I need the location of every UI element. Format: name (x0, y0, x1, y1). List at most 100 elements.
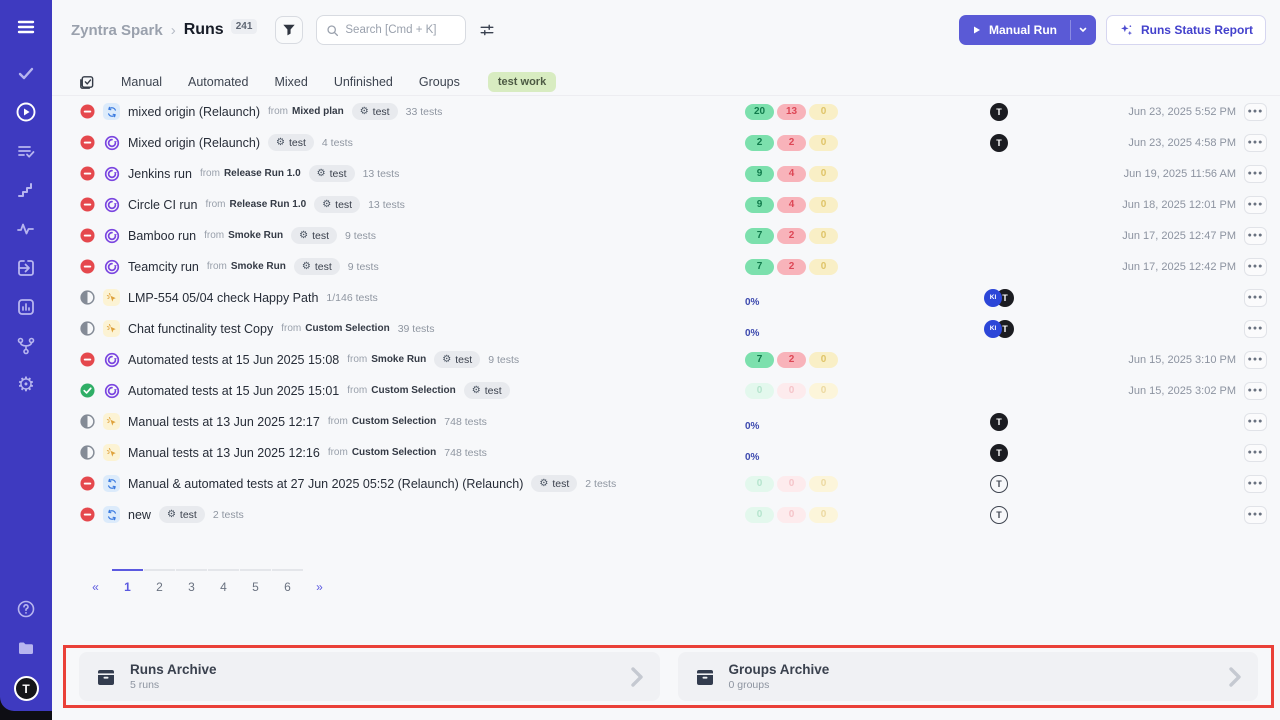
row-menu-button[interactable]: ●●● (1244, 320, 1267, 338)
avatar-ki[interactable]: KI (984, 289, 1002, 307)
analytics-chart-icon[interactable] (15, 296, 37, 318)
search-input[interactable] (345, 24, 456, 36)
milestones-steps-icon[interactable] (15, 179, 37, 201)
menu-icon[interactable] (15, 16, 37, 38)
run-main: LMP-554 05/04 check Happy Path1/146 test… (80, 289, 745, 306)
runs-status-report-button[interactable]: Runs Status Report (1106, 15, 1266, 45)
avatar-t[interactable]: T (990, 475, 1008, 493)
run-title[interactable]: Mixed origin (Relaunch) (128, 136, 260, 150)
runs-archive-card[interactable]: Runs Archive 5 runs (79, 652, 660, 701)
run-title[interactable]: LMP-554 05/04 check Happy Path (128, 291, 318, 305)
row-menu-button[interactable]: ●●● (1244, 134, 1267, 152)
avatar-ki[interactable]: KI (984, 320, 1002, 338)
status-stopped-icon (80, 507, 95, 522)
projects-folder-icon[interactable] (15, 637, 37, 659)
run-title[interactable]: mixed origin (Relaunch) (128, 105, 260, 119)
row-menu-button[interactable]: ●●● (1244, 382, 1267, 400)
settings-gear-icon[interactable]: ⚙ (15, 374, 37, 396)
pagination-page-6[interactable]: 6 (272, 569, 303, 594)
run-title[interactable]: Chat functinality test Copy (128, 322, 273, 336)
tab-mixed[interactable]: Mixed (274, 75, 307, 89)
config-badge[interactable]: ⚙test (268, 134, 314, 151)
pagination-page-2[interactable]: 2 (144, 569, 175, 594)
runs-play-circle-icon[interactable] (15, 101, 37, 123)
avatar-t[interactable]: T (990, 444, 1008, 462)
row-menu-button[interactable]: ●●● (1244, 103, 1267, 121)
run-title[interactable]: Teamcity run (128, 260, 199, 274)
tests-count: 748 tests (444, 416, 487, 428)
from-plan-name: Custom Selection (371, 385, 455, 396)
row-menu-button[interactable]: ●●● (1244, 227, 1267, 245)
config-badge[interactable]: ⚙test (159, 506, 205, 523)
row-menu-button[interactable]: ●●● (1244, 413, 1267, 431)
account-avatar[interactable]: T (14, 676, 39, 701)
pagination-page-5[interactable]: 5 (240, 569, 271, 594)
run-title[interactable]: Circle CI run (128, 198, 197, 212)
pagination-prev[interactable]: « (80, 569, 111, 594)
row-menu-button[interactable]: ●●● (1244, 444, 1267, 462)
tab-automated[interactable]: Automated (188, 75, 248, 89)
runs-count-badge: 241 (231, 19, 258, 34)
config-badge[interactable]: ⚙test (291, 227, 337, 244)
avatar-t[interactable]: T (990, 413, 1008, 431)
run-row: Circle CI runfromRelease Run 1.0⚙test13 … (52, 189, 1280, 220)
config-badge-label: test (315, 261, 332, 273)
config-badge[interactable]: ⚙test (464, 382, 510, 399)
tests-check-icon[interactable] (15, 62, 37, 84)
status-in_progress-icon (80, 321, 95, 336)
row-menu-button[interactable]: ●●● (1244, 258, 1267, 276)
config-badge[interactable]: ⚙test (309, 165, 355, 182)
run-title[interactable]: Manual tests at 13 Jun 2025 12:16 (128, 446, 320, 460)
manual-run-button[interactable]: Manual Run (959, 15, 1096, 45)
run-title[interactable]: Bamboo run (128, 229, 196, 243)
test-plans-list-icon[interactable] (15, 140, 37, 162)
config-badge[interactable]: ⚙test (294, 258, 340, 275)
from-plan-name: Custom Selection (352, 447, 436, 458)
gear-icon: ⚙ (539, 479, 548, 489)
from-label: from (268, 106, 288, 117)
config-badge[interactable]: ⚙test (434, 351, 480, 368)
help-icon[interactable] (15, 598, 37, 620)
row-menu-button[interactable]: ●●● (1244, 289, 1267, 307)
manual-run-dropdown[interactable] (1071, 15, 1096, 45)
filter-button[interactable] (275, 16, 303, 44)
config-badge[interactable]: ⚙test (352, 103, 398, 120)
integrations-branch-icon[interactable] (15, 335, 37, 357)
result-counts: 720 (745, 352, 841, 368)
groups-archive-card[interactable]: Groups Archive 0 groups (678, 652, 1259, 701)
pagination-page-3[interactable]: 3 (176, 569, 207, 594)
tab-groups[interactable]: Groups (419, 75, 460, 89)
view-options-sliders-icon[interactable] (479, 22, 495, 38)
tab-unfinished[interactable]: Unfinished (334, 75, 393, 89)
run-title[interactable]: Manual tests at 13 Jun 2025 12:17 (128, 415, 320, 429)
select-all-icon[interactable] (78, 74, 95, 91)
avatar-t[interactable]: T (990, 134, 1008, 152)
config-badge[interactable]: ⚙test (531, 475, 577, 492)
insights-activity-icon[interactable] (15, 218, 37, 240)
from-label: from (205, 199, 225, 210)
gear-icon: ⚙ (360, 107, 369, 117)
row-menu-button[interactable]: ●●● (1244, 506, 1267, 524)
assignee-avatars: T (934, 134, 1064, 152)
run-title[interactable]: Automated tests at 15 Jun 2025 15:01 (128, 384, 339, 398)
pagination-page-1[interactable]: 1 (112, 569, 143, 594)
row-menu-button[interactable]: ●●● (1244, 475, 1267, 493)
row-menu-button[interactable]: ●●● (1244, 165, 1267, 183)
run-title[interactable]: Jenkins run (128, 167, 192, 181)
run-title[interactable]: new (128, 508, 151, 522)
pagination-next[interactable]: » (304, 569, 335, 594)
tab-manual[interactable]: Manual (121, 75, 162, 89)
pagination-page-4[interactable]: 4 (208, 569, 239, 594)
breadcrumb-project[interactable]: Zyntra Spark (71, 22, 163, 39)
run-title[interactable]: Automated tests at 15 Jun 2025 15:08 (128, 353, 339, 367)
run-title[interactable]: Manual & automated tests at 27 Jun 2025 … (128, 477, 523, 491)
avatar-t[interactable]: T (990, 506, 1008, 524)
imports-box-arrow-icon[interactable] (15, 257, 37, 279)
row-menu-button[interactable]: ●●● (1244, 351, 1267, 369)
avatar-t[interactable]: T (990, 103, 1008, 121)
filter-chip[interactable]: test work (488, 72, 556, 92)
status-in_progress-icon (80, 414, 95, 429)
search-box[interactable] (316, 15, 466, 45)
row-menu-button[interactable]: ●●● (1244, 196, 1267, 214)
config-badge[interactable]: ⚙test (314, 196, 360, 213)
